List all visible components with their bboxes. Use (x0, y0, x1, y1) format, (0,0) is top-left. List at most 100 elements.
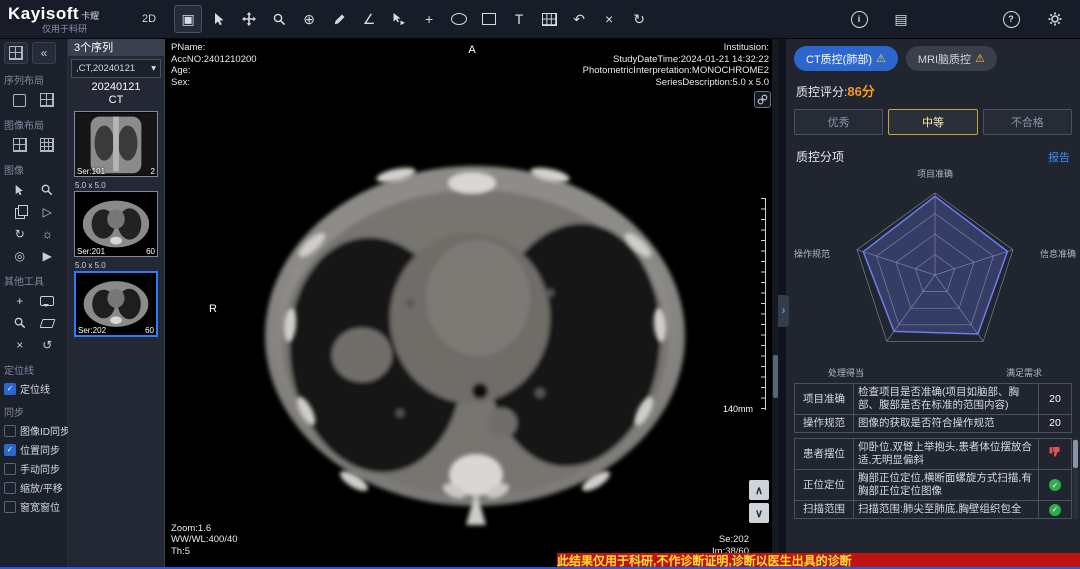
check-pass-icon (1049, 504, 1061, 516)
rectangle-icon (482, 13, 496, 25)
tab-ct-lung-qc[interactable]: CT质控(肺部) ⚠ (794, 46, 898, 71)
image-pointer-tool[interactable] (8, 180, 32, 200)
series-thumbnail-101[interactable]: Ser:101 2 (74, 111, 158, 177)
cell-grid-tool[interactable] (536, 6, 562, 32)
reset-tool[interactable]: ↻ (626, 6, 652, 32)
checkbox-icon (4, 444, 16, 456)
pointer-tool[interactable] (206, 6, 232, 32)
main-image-viewport[interactable]: PName: AccNO:2401210200 Age: Sex: Instit… (165, 38, 779, 567)
report-doc-button[interactable]: ▤ (888, 6, 914, 32)
sync-window-level-checkbox[interactable]: 窗宽窗位 (0, 497, 67, 516)
slice-scroll-buttons: ∧ ∨ (749, 480, 769, 523)
grade-excellent-button[interactable]: 优秀 (794, 109, 883, 135)
zoom-tool[interactable] (266, 6, 292, 32)
send-image-tool[interactable]: ▷ (35, 202, 59, 222)
measurement-ruler (759, 198, 766, 410)
criterion-status (1039, 470, 1072, 501)
link-icon (757, 94, 768, 105)
clear-tool[interactable]: × (8, 335, 32, 355)
add-annotation-tool[interactable]: + (416, 6, 442, 32)
rotate-tool[interactable]: ↻ (8, 224, 32, 244)
series-number: Ser:202 (78, 326, 106, 335)
layout-preset-icon[interactable]: ▣ (174, 5, 202, 33)
link-series-button[interactable] (754, 91, 771, 108)
ellipse-icon (451, 13, 467, 25)
grade-fail-button[interactable]: 不合格 (983, 109, 1072, 135)
patient-name: PName: (171, 42, 257, 54)
section-locator: 定位线 (4, 362, 63, 377)
ellipse-roi-tool[interactable] (446, 6, 472, 32)
image-layout-2x2-button[interactable] (8, 135, 32, 155)
study-modality: CT (68, 94, 164, 107)
undo-button[interactable]: ↶ (566, 6, 592, 32)
table-scrollbar-thumb[interactable] (1073, 440, 1078, 468)
search-tool[interactable] (8, 313, 32, 333)
eraser-tool[interactable] (35, 313, 59, 333)
checkbox-icon (4, 463, 16, 475)
layout-3x3-icon (40, 138, 54, 152)
scrollbar-thumb[interactable] (773, 355, 778, 398)
next-slice-button[interactable]: ∨ (749, 503, 769, 523)
panel-window-icon[interactable] (4, 42, 28, 64)
locator-line-checkbox[interactable]: 定位线 (0, 379, 67, 398)
rect-roi-tool[interactable] (476, 6, 502, 32)
delete-annotation-tool[interactable]: × (596, 6, 622, 32)
criterion-name: 患者摆位 (795, 439, 854, 470)
crosshair-tool[interactable]: ⊕ (296, 6, 322, 32)
text-annotation-tool[interactable]: T (506, 6, 532, 32)
mode-2d-label: 2D (142, 13, 156, 25)
report-link[interactable]: 报告 (1048, 149, 1070, 165)
target-settings-tool[interactable]: ◎ (8, 246, 32, 266)
qc-check-table: 患者摆位 仰卧位,双臂上举抱头,患者体位摆放合适,无明显偏斜 正位定位 胸部正位… (794, 438, 1072, 519)
brightness-tool[interactable]: ☼ (35, 224, 59, 244)
table-row: 正位定位 胸部正位定位,横断面螺旋方式扫描,有胸部正位定位图像 (795, 470, 1072, 501)
institution: Institusion: (583, 42, 769, 54)
help-button[interactable]: ? (998, 6, 1024, 32)
angle-tool[interactable]: ∠ (356, 6, 382, 32)
sync-image-id-checkbox[interactable]: 图像ID同步 (0, 421, 67, 440)
sync-position-checkbox[interactable]: 位置同步 (0, 440, 67, 459)
copy-icon (15, 208, 25, 219)
qc-score-value: 86分 (847, 84, 874, 99)
layout-2x2-button[interactable] (35, 90, 59, 110)
tab-mri-brain-qc[interactable]: MRI脑质控 ⚠ (906, 46, 997, 71)
series-thumbnail-202[interactable]: Ser:202 60 (74, 271, 158, 337)
qc-score-table: 项目准确 检查项目是否准确(项目如脑部、胸部、腹部是否在标准的范围内容) 20 … (794, 383, 1072, 433)
image-layout-3x3-button[interactable] (35, 135, 59, 155)
table-scrollbar[interactable] (1073, 438, 1078, 519)
copy-image-tool[interactable] (8, 202, 32, 222)
radar-label-needs: 满足需求 (1006, 366, 1042, 379)
pencil-tool[interactable] (326, 6, 352, 32)
expand-panel-button[interactable]: › (778, 295, 789, 327)
grade-medium-button[interactable]: 中等 (888, 109, 977, 135)
cine-play-button[interactable]: ▶ (35, 246, 59, 266)
settings-button[interactable] (1042, 6, 1068, 32)
photometric-interpretation: PhotometricInterpretation:MONOCHROME2 (583, 65, 769, 77)
sync-zoom-pan-checkbox[interactable]: 缩放/平移 (0, 478, 67, 497)
warning-icon: ⚠ (975, 52, 985, 65)
image-zoom-tool[interactable] (35, 180, 59, 200)
qc-score-label: 质控评分: (796, 85, 847, 99)
comment-tool[interactable] (35, 291, 59, 311)
gear-icon (1048, 12, 1062, 26)
restore-tool[interactable]: ↺ (35, 335, 59, 355)
collapse-panel-button[interactable]: « (32, 42, 56, 64)
check-pass-icon (1049, 479, 1061, 491)
info-button[interactable]: i (846, 6, 872, 32)
overlay-study-info: Institusion: StudyDateTime:2024-01-21 14… (583, 42, 769, 88)
sync-manual-checkbox[interactable]: 手动同步 (0, 459, 67, 478)
study-selector[interactable]: ,CT,20240121 ▾ (71, 59, 161, 78)
window-icon (9, 46, 23, 60)
pan-tool[interactable] (236, 6, 262, 32)
ruler-scale-label: 140mm (723, 404, 753, 414)
series-thumbnail-201[interactable]: Ser:201 60 (74, 191, 158, 257)
series-number: Ser:201 (77, 247, 105, 256)
add-tool[interactable]: + (8, 291, 32, 311)
trigger-pointer-tool[interactable] (386, 6, 412, 32)
series-count-header: 3个序列 (68, 38, 164, 56)
radar-label-info: 信息准确 (1040, 247, 1076, 260)
checkbox-label: 位置同步 (20, 442, 60, 457)
previous-slice-button[interactable]: ∧ (749, 480, 769, 500)
layout-1x1-button[interactable] (8, 90, 32, 110)
comment-icon (40, 296, 54, 306)
